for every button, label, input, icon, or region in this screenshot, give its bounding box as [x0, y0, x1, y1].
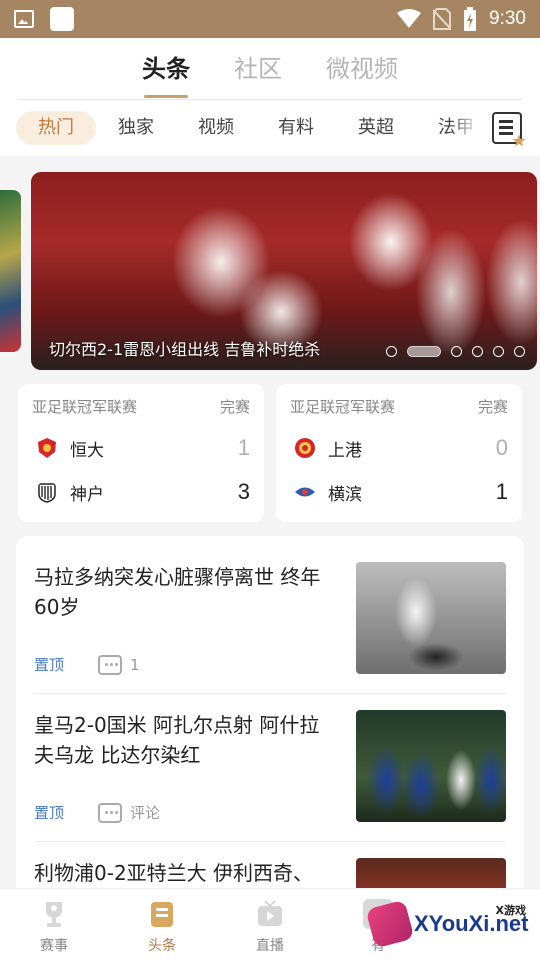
- carousel-dot[interactable]: [451, 346, 462, 357]
- edit-categories-icon[interactable]: [492, 112, 526, 147]
- trophy-icon: [46, 902, 62, 927]
- watermark-logo-icon: [365, 899, 415, 949]
- category-premier-league[interactable]: 英超: [336, 111, 416, 145]
- comment-icon: [98, 802, 123, 823]
- home-team-name: 上港: [328, 440, 362, 461]
- away-team-score: 3: [237, 479, 250, 504]
- news-item[interactable]: 马拉多纳突发心脏骤停离世 终年60岁 置顶 1: [34, 536, 506, 684]
- news-title: 马拉多纳突发心脏骤停离世 终年60岁: [34, 565, 321, 619]
- home-team-name: 恒大: [70, 440, 104, 461]
- league-name: 亚足联冠军联赛: [290, 398, 396, 416]
- watermark-small-text: X游戏: [495, 904, 526, 917]
- match-status: 完赛: [477, 398, 508, 416]
- status-bar: 9:30: [0, 0, 540, 38]
- news-item[interactable]: 利物浦0-2亚特兰大 伊利西奇、: [34, 832, 506, 896]
- away-team-name: 横滨: [328, 484, 362, 505]
- tab-micro-video[interactable]: 微视频: [326, 49, 398, 90]
- team-logo: [38, 483, 56, 503]
- banner-title: 切尔西2-1雷恩小组出线 吉鲁补时绝杀: [49, 340, 321, 359]
- match-card[interactable]: 亚足联冠军联赛 完赛 上港 0 横滨 1: [276, 384, 522, 522]
- away-team-score: 1: [495, 479, 508, 504]
- category-video[interactable]: 视频: [176, 111, 256, 145]
- home-team-score: 1: [237, 435, 250, 460]
- tv-icon: [258, 900, 282, 926]
- news-list: 马拉多纳突发心脏骤停离世 终年60岁 置顶 1 皇马2-0国米 阿扎尔点射 阿什…: [16, 536, 524, 896]
- tab-community[interactable]: 社区: [234, 49, 282, 90]
- bottom-nav: 赛事 头条 直播 有 XYouXi.net X游戏: [0, 888, 540, 960]
- category-youliao[interactable]: 有料: [256, 111, 336, 145]
- comment-icon: [98, 654, 123, 675]
- nav-label: 直播: [256, 938, 284, 954]
- category-tab-bar: 热门 独家 视频 有料 英超 法甲: [0, 100, 540, 156]
- banner-previous-slide[interactable]: [0, 190, 21, 352]
- gallery-notification-icon: [14, 10, 34, 28]
- watermark: XYouXi.net X游戏: [365, 888, 540, 960]
- news-thumbnail: [356, 710, 506, 822]
- carousel-dot[interactable]: [493, 346, 504, 357]
- pinned-tag: 置顶: [34, 656, 65, 674]
- nav-label: 头条: [148, 938, 176, 954]
- home-team-score: 0: [495, 435, 508, 460]
- news-thumbnail: [356, 562, 506, 674]
- category-exclusive[interactable]: 独家: [96, 111, 176, 145]
- carousel-dot[interactable]: [472, 346, 483, 357]
- nav-label: 赛事: [40, 938, 68, 954]
- team-logo: [295, 438, 315, 458]
- team-logo: [38, 438, 56, 458]
- match-status: 完赛: [219, 398, 250, 416]
- carousel-dot-active[interactable]: [407, 346, 441, 357]
- away-team-name: 神户: [70, 484, 104, 505]
- pinned-tag: 置顶: [34, 804, 65, 822]
- wifi-icon: [397, 9, 422, 28]
- news-title: 皇马2-0国米 阿扎尔点射 阿什拉夫乌龙 比达尔染红: [34, 713, 320, 767]
- category-fade: [450, 100, 480, 156]
- carousel-dot[interactable]: [386, 346, 397, 357]
- no-sim-icon: [433, 8, 452, 30]
- match-card[interactable]: 亚足联冠军联赛 完赛 恒大 1 神户 3: [18, 384, 264, 522]
- carousel-indicator: [386, 346, 525, 357]
- news-icon: [151, 902, 173, 927]
- battery-charging-icon: [464, 7, 477, 31]
- category-hot[interactable]: 热门: [16, 111, 96, 145]
- clock: 9:30: [489, 8, 526, 29]
- news-title: 利物浦0-2亚特兰大 伊利西奇、: [34, 861, 314, 885]
- comment-count: 评论: [130, 804, 161, 822]
- nav-matches[interactable]: 赛事: [0, 889, 108, 960]
- tab-headlines[interactable]: 头条: [142, 49, 190, 90]
- news-item[interactable]: 皇马2-0国米 阿扎尔点射 阿什拉夫乌龙 比达尔染红 置顶 评论: [34, 684, 506, 832]
- comment-count: 1: [130, 655, 140, 674]
- top-tab-bar: 头条 社区 微视频: [0, 38, 540, 100]
- team-logo: [295, 487, 315, 497]
- nav-live[interactable]: 直播: [216, 889, 324, 960]
- app-notification-icon: [50, 7, 74, 31]
- league-name: 亚足联冠军联赛: [32, 398, 138, 416]
- carousel-dot[interactable]: [514, 346, 525, 357]
- nav-headlines[interactable]: 头条: [108, 889, 216, 960]
- banner-carousel[interactable]: 切尔西2-1雷恩小组出线 吉鲁补时绝杀: [31, 172, 537, 370]
